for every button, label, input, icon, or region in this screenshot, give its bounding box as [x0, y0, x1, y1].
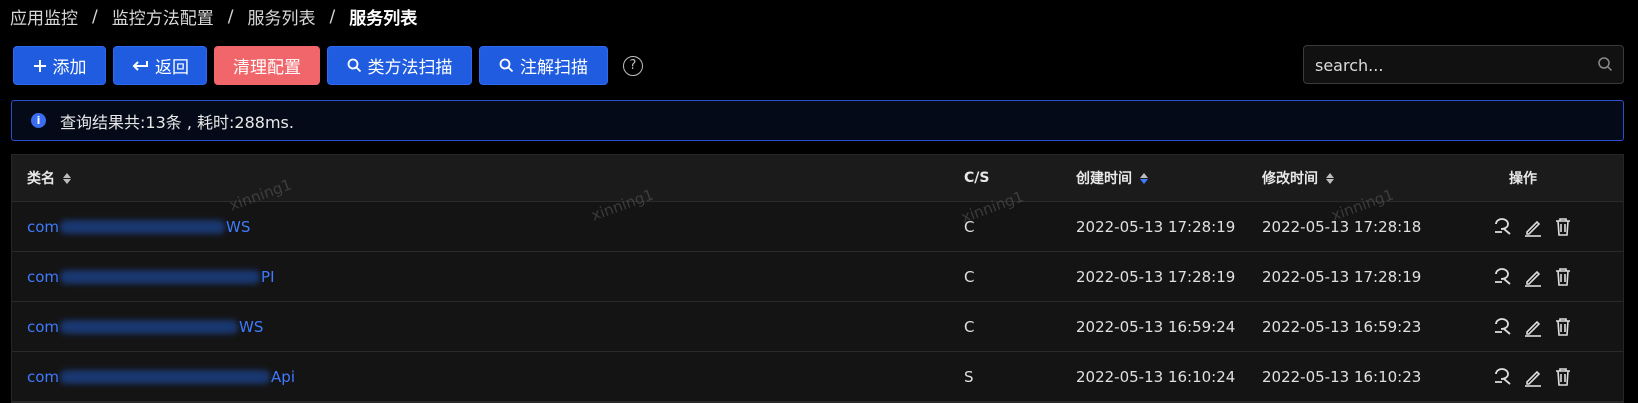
scan-icon[interactable]	[1492, 266, 1514, 288]
modified-time: 2022-05-13 17:28:19	[1262, 267, 1422, 286]
add-button-label: 添加	[52, 58, 87, 78]
edit-icon[interactable]	[1522, 216, 1544, 238]
column-header-label: C/S	[964, 170, 990, 186]
row-actions	[1492, 202, 1574, 251]
question-icon[interactable]: ?	[623, 55, 643, 76]
clear-config-button-label: 清理配置	[233, 58, 301, 78]
annotation-scan-label: 注解扫描	[520, 58, 588, 78]
cs-value: S	[964, 367, 974, 386]
delete-icon[interactable]	[1552, 216, 1574, 238]
modified-time: 2022-05-13 16:59:23	[1262, 317, 1422, 336]
table-row: com PI C 2022-05-13 17:28:19 2022-05-13 …	[12, 252, 1623, 302]
add-button[interactable]: 添加	[13, 46, 106, 85]
column-header-label: 创建时间	[1076, 171, 1132, 187]
scan-icon[interactable]	[1492, 316, 1514, 338]
sort-icon[interactable]	[1326, 172, 1334, 184]
table-row: com Api S 2022-05-13 16:10:24 2022-05-13…	[12, 352, 1623, 402]
redacted-text	[60, 369, 271, 384]
search-icon	[347, 58, 362, 73]
back-button-label: 返回	[155, 58, 189, 78]
class-name-link[interactable]: com WS	[27, 302, 263, 351]
row-actions	[1492, 352, 1574, 401]
modified-time: 2022-05-13 17:28:18	[1262, 217, 1422, 236]
cs-value: C	[964, 317, 975, 336]
class-method-scan-button[interactable]: 类方法扫描	[327, 46, 472, 85]
search-icon[interactable]	[1597, 56, 1613, 76]
column-header-class-name[interactable]: 类名	[27, 155, 71, 201]
service-table: 类名 C/S 创建时间 修改时间 操作 com WS C 2022-05-13 …	[11, 154, 1624, 403]
class-name-link[interactable]: com PI	[27, 252, 275, 301]
class-name-link[interactable]: com WS	[27, 202, 250, 251]
created-time: 2022-05-13 16:10:24	[1076, 367, 1236, 386]
annotation-scan-button[interactable]: 注解扫描	[479, 46, 608, 85]
column-header-label: 类名	[27, 171, 55, 187]
sort-icon[interactable]	[63, 172, 71, 184]
delete-icon[interactable]	[1552, 366, 1574, 388]
search-box	[1303, 45, 1624, 85]
column-header-label: 修改时间	[1262, 171, 1318, 187]
class-name-suffix: WS	[226, 217, 251, 236]
column-header-label: 操作	[1509, 171, 1537, 187]
cs-value: C	[964, 217, 975, 236]
class-name-prefix: com	[27, 367, 60, 386]
redacted-text	[60, 269, 261, 284]
cs-value: C	[964, 267, 975, 286]
sort-icon[interactable]	[1140, 172, 1148, 184]
delete-icon[interactable]	[1552, 266, 1574, 288]
class-method-scan-label: 类方法扫描	[367, 58, 453, 78]
scan-icon[interactable]	[1492, 216, 1514, 238]
column-header-created-time[interactable]: 创建时间	[1076, 155, 1148, 201]
breadcrumb-item-method-config[interactable]: 监控方法配置	[112, 4, 214, 29]
modified-time: 2022-05-13 16:10:23	[1262, 367, 1422, 386]
scan-icon[interactable]	[1492, 366, 1514, 388]
class-name-link[interactable]: com Api	[27, 352, 295, 401]
class-name-prefix: com	[27, 217, 60, 236]
class-name-suffix: PI	[261, 267, 275, 286]
back-button[interactable]: 返回	[113, 46, 207, 85]
breadcrumb: 应用监控 / 监控方法配置 / 服务列表 / 服务列表	[10, 4, 418, 30]
column-header-operations: 操作	[1509, 155, 1537, 201]
redacted-text	[60, 319, 239, 334]
column-header-modified-time[interactable]: 修改时间	[1262, 155, 1334, 201]
result-summary-text: 查询结果共:13条 , 耗时:288ms.	[60, 112, 294, 132]
result-summary-alert: i 查询结果共:13条 , 耗时:288ms.	[11, 100, 1624, 141]
breadcrumb-separator: /	[329, 6, 336, 27]
toolbar: 添加 返回 清理配置 类方法扫描 注解扫描 ?	[13, 46, 643, 85]
edit-icon[interactable]	[1522, 366, 1544, 388]
return-arrow-icon	[131, 59, 149, 73]
class-name-prefix: com	[27, 267, 60, 286]
clear-config-button[interactable]: 清理配置	[214, 46, 320, 85]
breadcrumb-separator: /	[92, 6, 98, 27]
table-row: com WS C 2022-05-13 16:59:24 2022-05-13 …	[12, 302, 1623, 352]
column-header-cs: C/S	[964, 155, 989, 201]
row-actions	[1492, 252, 1574, 301]
edit-icon[interactable]	[1522, 316, 1544, 338]
search-icon	[499, 58, 514, 73]
table-row: com WS C 2022-05-13 17:28:19 2022-05-13 …	[12, 202, 1623, 252]
created-time: 2022-05-13 17:28:19	[1076, 217, 1236, 236]
breadcrumb-current: 服务列表	[349, 9, 418, 29]
breadcrumb-item-app-monitor[interactable]: 应用监控	[10, 4, 78, 29]
row-actions	[1492, 302, 1574, 351]
breadcrumb-separator: /	[227, 6, 234, 27]
breadcrumb-item-service-list[interactable]: 服务列表	[247, 4, 315, 29]
edit-icon[interactable]	[1522, 266, 1544, 288]
plus-icon	[33, 59, 47, 73]
redacted-text	[60, 219, 226, 234]
created-time: 2022-05-13 16:59:24	[1076, 317, 1236, 336]
created-time: 2022-05-13 17:28:19	[1076, 267, 1236, 286]
class-name-suffix: WS	[239, 317, 264, 336]
search-input[interactable]	[1304, 46, 1577, 85]
delete-icon[interactable]	[1552, 316, 1574, 338]
info-icon: i	[31, 113, 46, 128]
class-name-prefix: com	[27, 317, 60, 336]
table-header: 类名 C/S 创建时间 修改时间 操作	[12, 155, 1623, 202]
class-name-suffix: Api	[271, 367, 295, 386]
